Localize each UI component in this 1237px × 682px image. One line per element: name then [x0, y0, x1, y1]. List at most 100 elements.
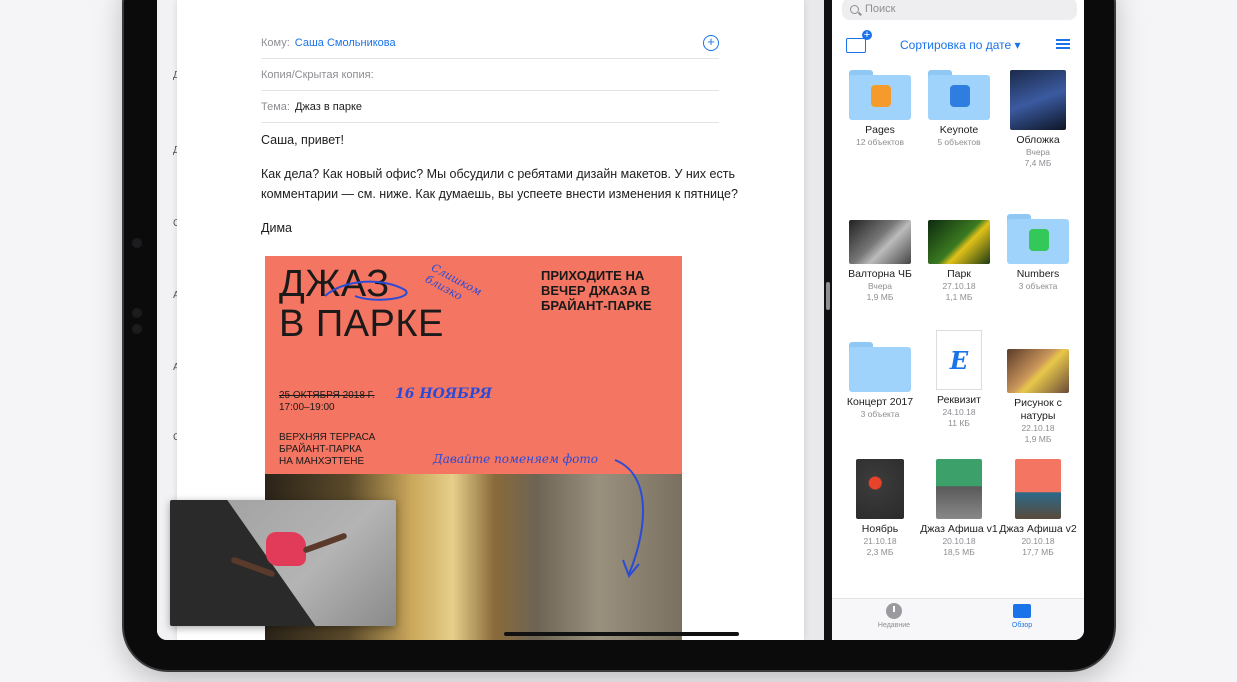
- recipient-name[interactable]: Саша Смольникова: [295, 37, 396, 49]
- poster-venue-line3: НА МАНХЭТТЕНЕ: [279, 456, 365, 467]
- file-item[interactable]: Numbers 3 объекта: [999, 214, 1077, 292]
- mail-body[interactable]: Как дела? Как новый офис? Мы обсудили с …: [261, 164, 751, 204]
- file-name: Keynote: [939, 124, 979, 136]
- keynote-app-icon: [950, 85, 970, 107]
- file-name: Обложка: [1016, 134, 1060, 146]
- file-item[interactable]: Keynote 5 объектов: [920, 70, 998, 148]
- clock-icon: [886, 603, 902, 619]
- file-meta: 22.10.18: [1021, 423, 1055, 433]
- subject-label: Тема:: [261, 100, 290, 113]
- poster-date-crossed: 25 ОКТЯБРЯ 2018 Г.: [279, 390, 375, 401]
- file-size: 18,5 МБ: [943, 547, 975, 557]
- file-item[interactable]: Джаз Афиша v1 20.10.18 18,5 МБ: [920, 459, 998, 558]
- to-field[interactable]: Кому: Саша Смольникова +: [261, 27, 719, 59]
- file-name: Numbers: [1016, 268, 1060, 280]
- picture-in-picture-video[interactable]: [170, 500, 396, 626]
- list-view-icon[interactable]: [1056, 39, 1070, 49]
- mail-greeting[interactable]: Саша, привет!: [261, 130, 751, 150]
- file-size: 11 КБ: [948, 418, 970, 428]
- file-size: 7,4 МБ: [1024, 158, 1052, 168]
- file-meta: 24.10.18: [942, 407, 976, 417]
- image-thumbnail: [1007, 349, 1069, 393]
- poster-title-line2: В ПАРКЕ: [279, 303, 444, 345]
- split-view-handle[interactable]: [826, 282, 830, 310]
- files-app: Поиск Сортировка по дате ▾ Pages 12 объе…: [832, 0, 1084, 640]
- folder-icon: [849, 70, 911, 120]
- file-name: Рисунок с натуры: [1014, 397, 1062, 422]
- file-item[interactable]: Обложка Вчера 7,4 МБ: [999, 70, 1077, 169]
- file-name: Джаз Афиша v1: [920, 523, 998, 535]
- file-meta: 21.10.18: [863, 536, 897, 546]
- folder-icon: [849, 342, 911, 392]
- to-label: Кому:: [261, 36, 290, 49]
- file-name: Джаз Афиша v2: [999, 523, 1077, 535]
- home-indicator[interactable]: [504, 632, 739, 636]
- annotation-new-date: 16 НОЯБРЯ: [395, 386, 492, 402]
- tab-recent[interactable]: Недавние: [854, 603, 934, 629]
- search-icon: [850, 4, 859, 14]
- file-name: Реквизит: [937, 394, 981, 406]
- poster-date: 25 ОКТЯБРЯ 2018 Г. 17:00–19:00: [279, 390, 375, 414]
- file-meta: 5 объектов: [937, 137, 981, 147]
- file-item[interactable]: Pages 12 объектов: [841, 70, 919, 148]
- numbers-app-icon: [1029, 229, 1049, 251]
- sort-by-date-button[interactable]: Сортировка по дате ▾: [900, 38, 1021, 52]
- file-meta: Вчера: [868, 281, 892, 291]
- subject-value[interactable]: Джаз в парке: [295, 101, 362, 113]
- file-item[interactable]: Валторна ЧБ Вчера 1,9 МБ: [841, 220, 919, 303]
- ipad-screen: Д Д С А А С Кому: Саша Смольникова + Коп…: [157, 0, 1084, 640]
- mail-signature[interactable]: Дима: [261, 218, 751, 238]
- file-name: Концерт 2017: [846, 396, 914, 408]
- poster-thumbnail: [936, 459, 982, 519]
- new-folder-icon[interactable]: [846, 30, 872, 53]
- file-meta: 3 объекта: [1018, 281, 1058, 291]
- pages-app-icon: [871, 85, 891, 107]
- file-name: Парк: [947, 268, 971, 280]
- file-name: Валторна ЧБ: [848, 268, 912, 280]
- file-item[interactable]: Джаз Афиша v2 20.10.18 17,7 МБ: [999, 459, 1077, 558]
- split-view-divider: [824, 0, 832, 640]
- sensor-dot: [132, 238, 142, 248]
- file-item[interactable]: Концерт 2017 3 объекта: [841, 342, 919, 420]
- file-item[interactable]: E Реквизит 24.10.18 11 КБ: [920, 330, 998, 429]
- image-thumbnail: [849, 220, 911, 264]
- cc-label: Копия/Скрытая копия:: [261, 68, 374, 81]
- poster-venue-line1: ВЕРХНЯЯ ТЕРРАСА: [279, 432, 376, 443]
- tab-recent-label: Недавние: [877, 622, 911, 629]
- search-placeholder: Поиск: [865, 3, 896, 15]
- file-size: 17,7 МБ: [1022, 547, 1054, 557]
- image-thumbnail: [1010, 70, 1066, 130]
- poster-time: 17:00–19:00: [279, 402, 335, 413]
- annotation-circle: [324, 280, 408, 301]
- tab-browse-label: Обзор: [1011, 622, 1033, 629]
- search-field[interactable]: Поиск: [842, 0, 1077, 20]
- file-item[interactable]: Парк 27.10.18 1,1 МБ: [920, 220, 998, 303]
- add-recipient-button[interactable]: +: [703, 35, 719, 51]
- file-meta: 27.10.18: [942, 281, 976, 291]
- poster-header: ДЖАЗ В ПАРКЕ Слишком близко ПРИХОДИТЕ НА…: [265, 256, 682, 474]
- file-meta: Вчера: [1026, 147, 1050, 157]
- file-name: Pages: [865, 124, 895, 136]
- poster-venue: ВЕРХНЯЯ ТЕРРАСА БРАЙАНТ-ПАРКА НА МАНХЭТТ…: [279, 432, 375, 468]
- subject-field[interactable]: Тема: Джаз в парке: [261, 91, 719, 123]
- poster-venue-line2: БРАЙАНТ-ПАРКА: [279, 444, 362, 455]
- file-name: Ноябрь: [861, 523, 899, 535]
- annotation-change-photo: Давайте поменяем фото: [433, 452, 599, 466]
- file-item[interactable]: Рисунок с натуры 22.10.18 1,9 МБ: [999, 349, 1077, 445]
- sensor-dot: [132, 324, 142, 334]
- file-meta: 3 объекта: [860, 409, 900, 419]
- folder-icon: [1013, 604, 1031, 618]
- poster-thumbnail: [1015, 459, 1061, 519]
- file-item[interactable]: Ноябрь 21.10.18 2,3 МБ: [841, 459, 919, 558]
- image-thumbnail: [856, 459, 904, 519]
- poster-invite: ПРИХОДИТЕ НА ВЕЧЕР ДЖАЗА В БРАЙАНТ-ПАРКЕ: [541, 268, 652, 313]
- tab-browse[interactable]: Обзор: [982, 603, 1062, 629]
- document-icon: E: [936, 330, 982, 390]
- file-meta: 12 объектов: [855, 137, 905, 147]
- file-size: 1,1 МБ: [945, 292, 973, 302]
- cc-field[interactable]: Копия/Скрытая копия:: [261, 59, 719, 91]
- folder-icon: [928, 70, 990, 120]
- image-thumbnail: [928, 220, 990, 264]
- file-meta: 20.10.18: [1021, 536, 1055, 546]
- sensor-dot: [132, 308, 142, 318]
